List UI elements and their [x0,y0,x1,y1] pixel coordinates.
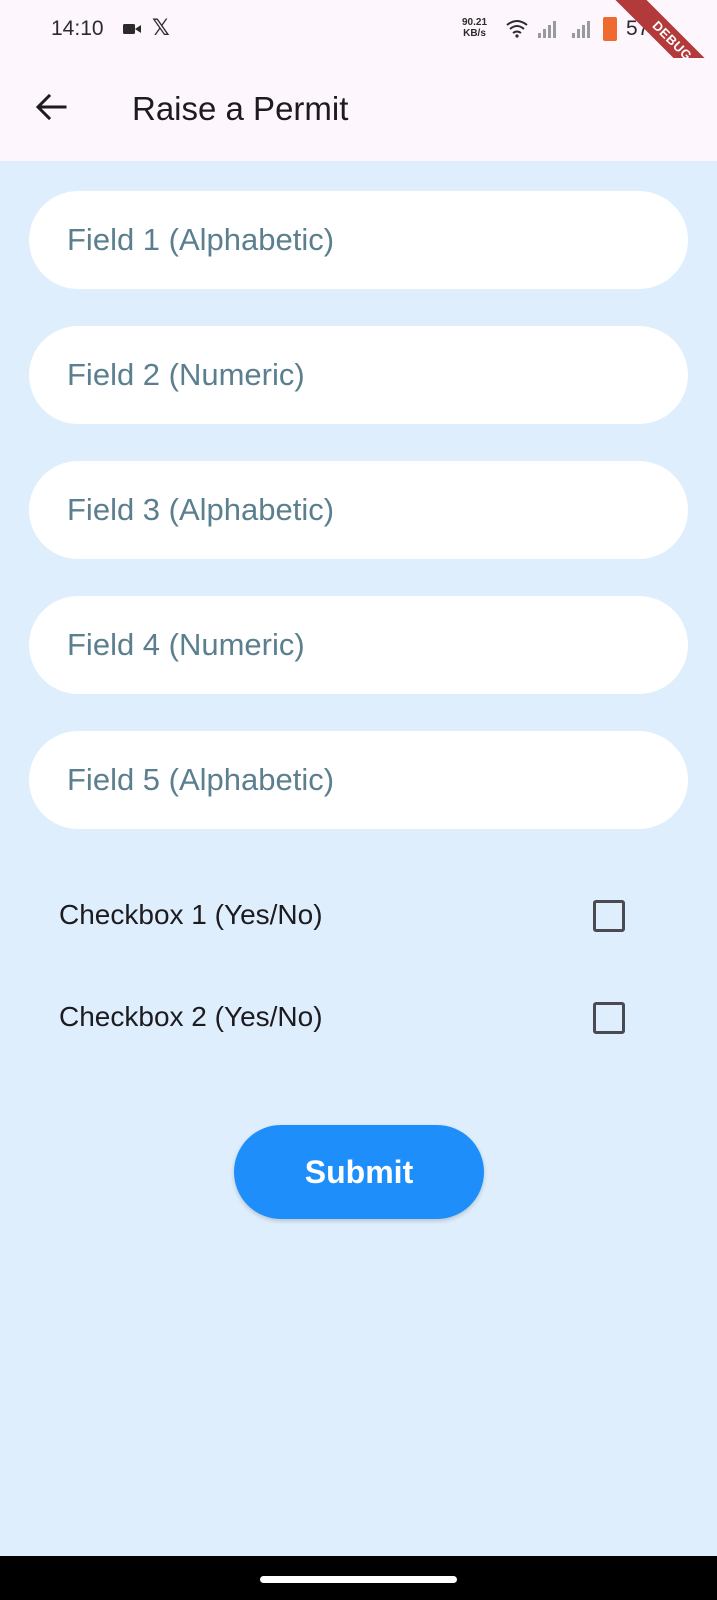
status-time: 14:10 [51,17,104,40]
network-speed-value: 90.21 [462,17,488,28]
checkbox-1[interactable] [593,900,625,932]
battery-icon [603,17,617,41]
camera-recording-icon [123,24,141,34]
network-speed-unit: KB/s [463,28,486,39]
field-5-input[interactable] [29,731,688,829]
screen: 14:10 𝕏 90.21 KB/s 57 DEBUG Raise a Perm… [0,0,717,1600]
checkbox-2[interactable] [593,1002,625,1034]
field-4 [29,596,688,694]
field-4-input[interactable] [29,596,688,694]
wifi-icon [506,20,528,38]
arrow-left-icon [35,93,67,121]
signal-icon [572,21,590,38]
checkbox-1-label: Checkbox 1 (Yes/No) [59,899,323,930]
back-button[interactable] [26,82,76,132]
field-5 [29,731,688,829]
field-3 [29,461,688,559]
navigation-bar [0,1556,717,1600]
page-title: Raise a Permit [132,90,349,127]
app-bar: Raise a Permit [0,58,717,161]
field-2-input[interactable] [29,326,688,424]
status-bar: 14:10 𝕏 90.21 KB/s 57 DEBUG [0,0,717,102]
checkbox-row-2[interactable]: Checkbox 2 (Yes/No) [59,989,639,1049]
home-gesture-handle[interactable] [260,1576,457,1583]
submit-button[interactable]: Submit [234,1125,484,1219]
field-1 [29,191,688,289]
field-1-input[interactable] [29,191,688,289]
x-app-icon: 𝕏 [152,16,170,41]
signal-icon [538,21,556,38]
field-3-input[interactable] [29,461,688,559]
checkbox-2-label: Checkbox 2 (Yes/No) [59,1001,323,1032]
network-speed: 90.21 KB/s [462,17,487,39]
field-2 [29,326,688,424]
checkbox-row-1[interactable]: Checkbox 1 (Yes/No) [59,887,639,947]
